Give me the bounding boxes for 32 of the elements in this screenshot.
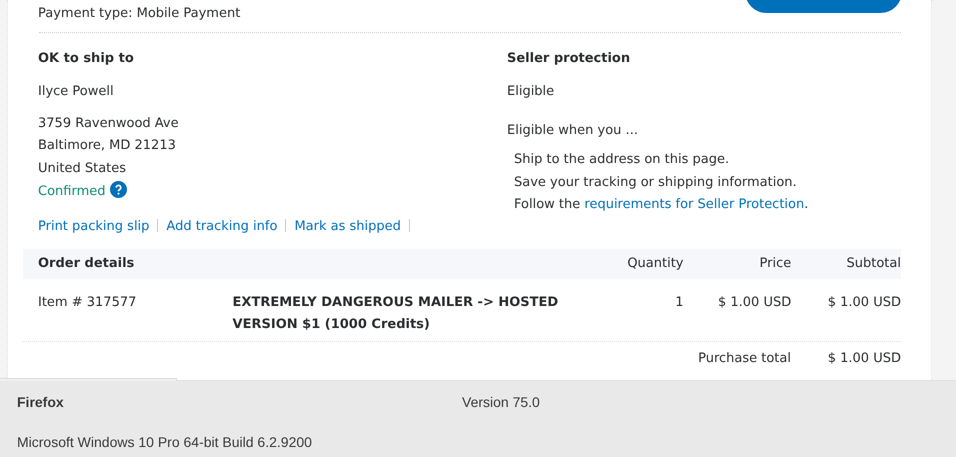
column-header: Price (760, 256, 792, 271)
price-value: $ 1.00 USD (718, 294, 792, 310)
action-link[interactable]: Add tracking info (166, 218, 278, 234)
column-header: Order details (38, 256, 134, 271)
payment-type: Payment type: Mobile Payment (38, 6, 240, 21)
section-heading: Seller protection (507, 50, 630, 66)
address-line: Baltimore, MD 21213 (38, 138, 176, 153)
help-icon (110, 181, 126, 198)
eligibility-status: Eligible (507, 84, 554, 99)
condition-text: Ship to the address on this page. (514, 152, 730, 167)
browser-name: Firefox (17, 393, 65, 412)
recipient-name: Ilyce Powell (38, 84, 114, 99)
condition-text: Save your tracking or shipping information. (514, 174, 797, 190)
total-label: Purchase total (698, 350, 791, 366)
address-line: 3759 Ravenwood Ave (38, 116, 179, 130)
address-line: United States (38, 160, 126, 176)
action-link[interactable]: Print packing slip (38, 218, 150, 234)
eligibility-intro: Eligible when you ... (507, 122, 638, 138)
column-header: Subtotal (846, 256, 901, 271)
section-heading: OK to ship to (38, 50, 134, 66)
condition-text: Follow the requirements for Seller Protection. (514, 197, 808, 212)
os-info: Microsoft Windows 10 Pro 64-bit Build 6.2.9200 (17, 434, 312, 450)
requirements-link[interactable]: requirements for Seller Protection (584, 197, 804, 212)
quantity-value: 1 (675, 294, 684, 310)
item-description: EXTREMELY DANGEROUS MAILER -> HOSTED VERSION $1 (1000 Credits) (232, 294, 558, 332)
action-link[interactable]: Mark as shipped (294, 218, 401, 234)
status-label: Confirmed (38, 184, 106, 199)
version-label: Version 75.0 (462, 393, 540, 412)
total-value: $ 1.00 USD (828, 350, 901, 366)
column-header: Quantity (627, 256, 684, 271)
item-number: Item # 317577 (38, 294, 136, 310)
subtotal-value: $ 1.00 USD (828, 294, 901, 310)
